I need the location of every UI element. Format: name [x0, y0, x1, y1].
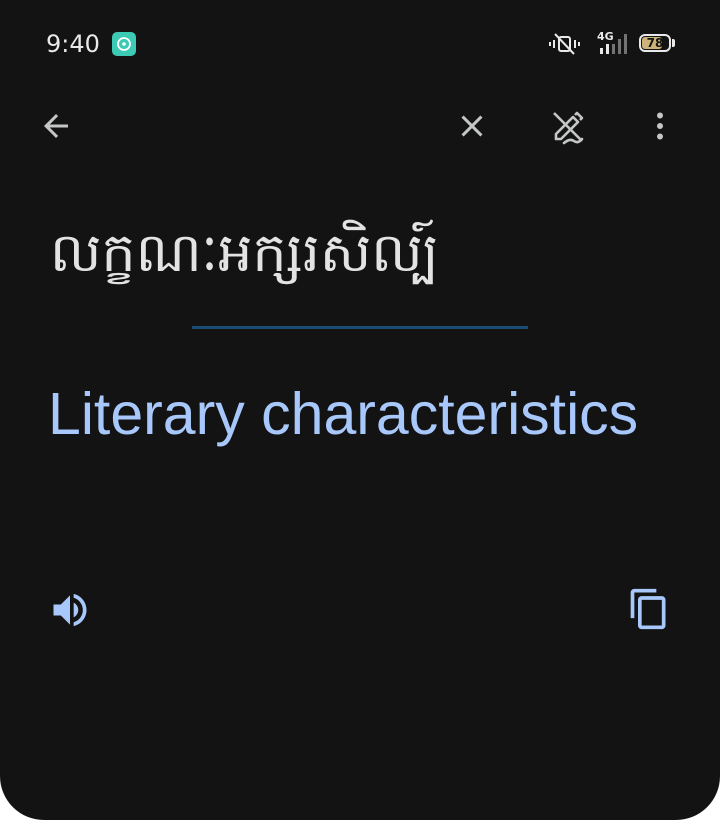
edit-off-icon	[548, 106, 588, 150]
more-options-button[interactable]	[636, 104, 684, 152]
more-vert-icon	[642, 108, 678, 148]
volume-up-icon	[48, 588, 92, 636]
clear-button[interactable]	[448, 104, 496, 152]
music-app-icon	[112, 32, 136, 56]
handwriting-button[interactable]	[544, 104, 592, 152]
battery-percent: 78	[646, 36, 664, 50]
signal-icon	[597, 30, 631, 58]
copy-icon	[627, 587, 671, 635]
battery-nub	[672, 39, 675, 47]
translation-text: Literary characteristics	[48, 381, 639, 447]
source-text[interactable]: លក្ខណៈអក្សរសិល្ប៍	[50, 208, 439, 298]
arrow-back-icon	[38, 108, 74, 148]
translate-screen: 9:40 4G 78 លក្ខណៈអក្សរសិល្ប៍ Literary ch…	[0, 0, 720, 820]
back-button[interactable]	[32, 104, 80, 152]
listen-button[interactable]	[46, 588, 94, 636]
vibrate-silent-icon	[549, 30, 581, 58]
status-time: 9:40	[46, 30, 100, 58]
copy-button[interactable]	[624, 586, 674, 636]
close-icon	[454, 108, 490, 148]
battery-icon: 78	[639, 34, 671, 52]
divider	[192, 326, 528, 329]
